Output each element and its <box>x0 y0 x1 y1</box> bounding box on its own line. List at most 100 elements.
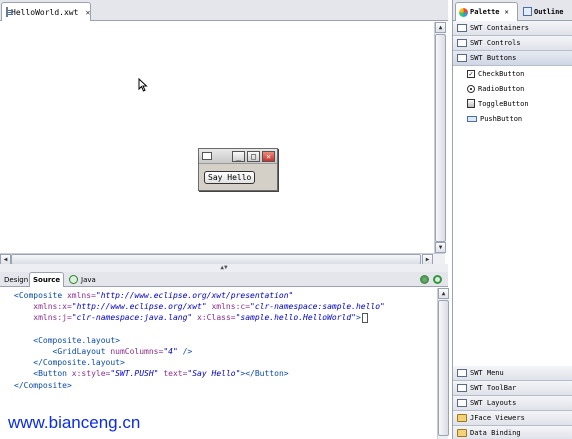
text-caret <box>361 312 368 323</box>
code-token: xmlns:c= <box>211 302 251 312</box>
palette-item[interactable]: PushButton <box>453 111 572 126</box>
scroll-down-arrow-icon[interactable]: ▼ <box>435 242 446 253</box>
drawer-icon <box>457 384 467 392</box>
source-vertical-scrollbar[interactable]: ▲ <box>437 288 449 439</box>
code-token: "clr-namespace:sample.hello" <box>250 302 385 312</box>
drawer-jface-viewers[interactable]: JFace Viewers <box>453 411 572 426</box>
editor-splitter[interactable]: ▲▼ <box>0 264 448 272</box>
tab-source[interactable]: Source <box>29 272 65 287</box>
code-line: <GridLayout numColumns="4" /> <box>0 346 437 357</box>
code-token: x:style= <box>71 369 111 379</box>
preview-window[interactable]: _ □ ✕ Say Hello <box>198 148 278 191</box>
palette-item-label: PushButton <box>480 114 523 123</box>
drawer-data-binding[interactable]: Data Binding <box>453 426 572 439</box>
tab-design[interactable]: Design <box>1 272 31 287</box>
scroll-thumb[interactable] <box>438 300 449 436</box>
palette-pane: Palette ✕ Outline SWT Containers SWT Cont… <box>452 0 572 439</box>
watermark-text: www.bianceng.cn <box>8 413 141 432</box>
close-window-button[interactable]: ✕ <box>262 151 275 162</box>
palette-item[interactable]: ToggleButton <box>453 96 572 111</box>
code-token: numColumns= <box>110 346 164 356</box>
palette-bottom-drawers: SWT Menu SWT ToolBar SWT Layouts JFace View… <box>453 366 572 439</box>
palette-item[interactable]: RadioButton <box>453 81 572 96</box>
tab-palette[interactable]: Palette ✕ <box>455 2 518 21</box>
code-line: xmlns:j="clr-namespace:java.lang" x:Clas… <box>0 312 437 323</box>
tab-outline-label: Outline <box>534 7 564 16</box>
close-icon[interactable]: ✕ <box>85 8 90 17</box>
maximize-button[interactable]: □ <box>247 151 260 162</box>
drawer-icon <box>457 54 467 62</box>
code-line: xmlns:x="http://www.eclipse.org/xwt" xml… <box>0 301 437 312</box>
editor-tab-title: HelloWorld.xwt <box>11 7 79 17</box>
canvas-horizontal-scrollbar[interactable]: ◀ ▶ <box>0 253 445 265</box>
editor-tabbar: HelloWorld.xwt ✕ <box>0 0 448 21</box>
drawer-label: SWT Controls <box>470 39 521 47</box>
tab-palette-label: Palette <box>470 8 500 16</box>
drawer-label: SWT Buttons <box>470 54 517 62</box>
java-icon <box>69 275 78 284</box>
scroll-thumb[interactable] <box>435 34 446 242</box>
checkbox-icon: ✓ <box>467 69 475 78</box>
code-token: xmlns:j= <box>33 313 72 323</box>
tab-java[interactable]: Java <box>66 272 99 287</box>
preview-titlebar: _ □ ✕ <box>199 149 277 164</box>
code-token: "4" <box>163 346 178 356</box>
code-token: "Say Hello" <box>187 369 241 379</box>
code-token: </Composite.layout> <box>33 358 125 368</box>
drawer-swt-containers[interactable]: SWT Containers <box>453 21 572 36</box>
drawer-swt-menu[interactable]: SWT Menu <box>453 366 572 381</box>
code-line: </Composite.layout> <box>0 357 437 368</box>
drawer-icon <box>457 369 467 377</box>
push-button-icon <box>467 115 477 122</box>
drawer-icon <box>457 399 467 407</box>
palette-icon <box>459 7 468 17</box>
mouse-pointer-icon <box>138 78 148 92</box>
code-token: <Button <box>33 369 72 379</box>
folder-icon <box>457 414 467 422</box>
editor-tab-helloworld[interactable]: HelloWorld.xwt ✕ <box>1 2 91 21</box>
drawer-swt-controls[interactable]: SWT Controls <box>453 36 572 51</box>
say-hello-button[interactable]: Say Hello <box>204 171 256 184</box>
palette-item-label: RadioButton <box>478 84 525 93</box>
drawer-label: Data Binding <box>470 429 521 437</box>
code-token: "clr-namespace:java.lang" <box>71 313 193 323</box>
scroll-up-arrow-icon[interactable]: ▲ <box>435 22 446 33</box>
code-token: <Composite.layout> <box>33 335 120 345</box>
code-token: xmlns= <box>66 291 96 300</box>
drawer-label: SWT Layouts <box>470 399 517 407</box>
palette-item[interactable]: ✓ CheckButton <box>453 66 572 81</box>
close-icon[interactable]: ✕ <box>505 8 509 16</box>
code-line: </Composite> <box>0 380 437 391</box>
code-token: text= <box>163 369 188 379</box>
code-token: x:Class= <box>197 313 236 323</box>
refresh-icon[interactable] <box>433 275 442 284</box>
outline-icon <box>523 7 532 16</box>
palette-tabbar: Palette ✕ Outline <box>453 0 572 21</box>
drawer-swt-layouts[interactable]: SWT Layouts <box>453 396 572 411</box>
code-line: <Composite xmlns="http://www.eclipse.org… <box>0 290 437 301</box>
window-icon <box>202 152 212 160</box>
minimize-button[interactable]: _ <box>232 151 245 162</box>
design-canvas[interactable]: _ □ ✕ Say Hello <box>0 22 433 256</box>
chameleon-icon[interactable] <box>420 275 429 284</box>
tab-source-label: Source <box>33 276 61 284</box>
code-token: xmlns:x= <box>33 302 72 312</box>
toggle-icon <box>467 99 475 108</box>
code-token: > <box>356 313 361 323</box>
drawer-swt-toolbar[interactable]: SWT ToolBar <box>453 381 572 396</box>
bottom-tabbar: Design Source Java <box>0 272 448 287</box>
tab-design-label: Design <box>4 275 29 284</box>
drawer-swt-buttons[interactable]: SWT Buttons <box>453 51 572 66</box>
canvas-vertical-scrollbar[interactable]: ▲ ▼ <box>434 22 446 253</box>
tab-outline[interactable]: Outline <box>520 2 567 21</box>
code-token: "SWT.PUSH" <box>110 369 159 379</box>
folder-icon <box>457 429 467 437</box>
scroll-up-arrow-icon[interactable]: ▲ <box>438 288 449 299</box>
tab-java-label: Java <box>81 275 96 284</box>
